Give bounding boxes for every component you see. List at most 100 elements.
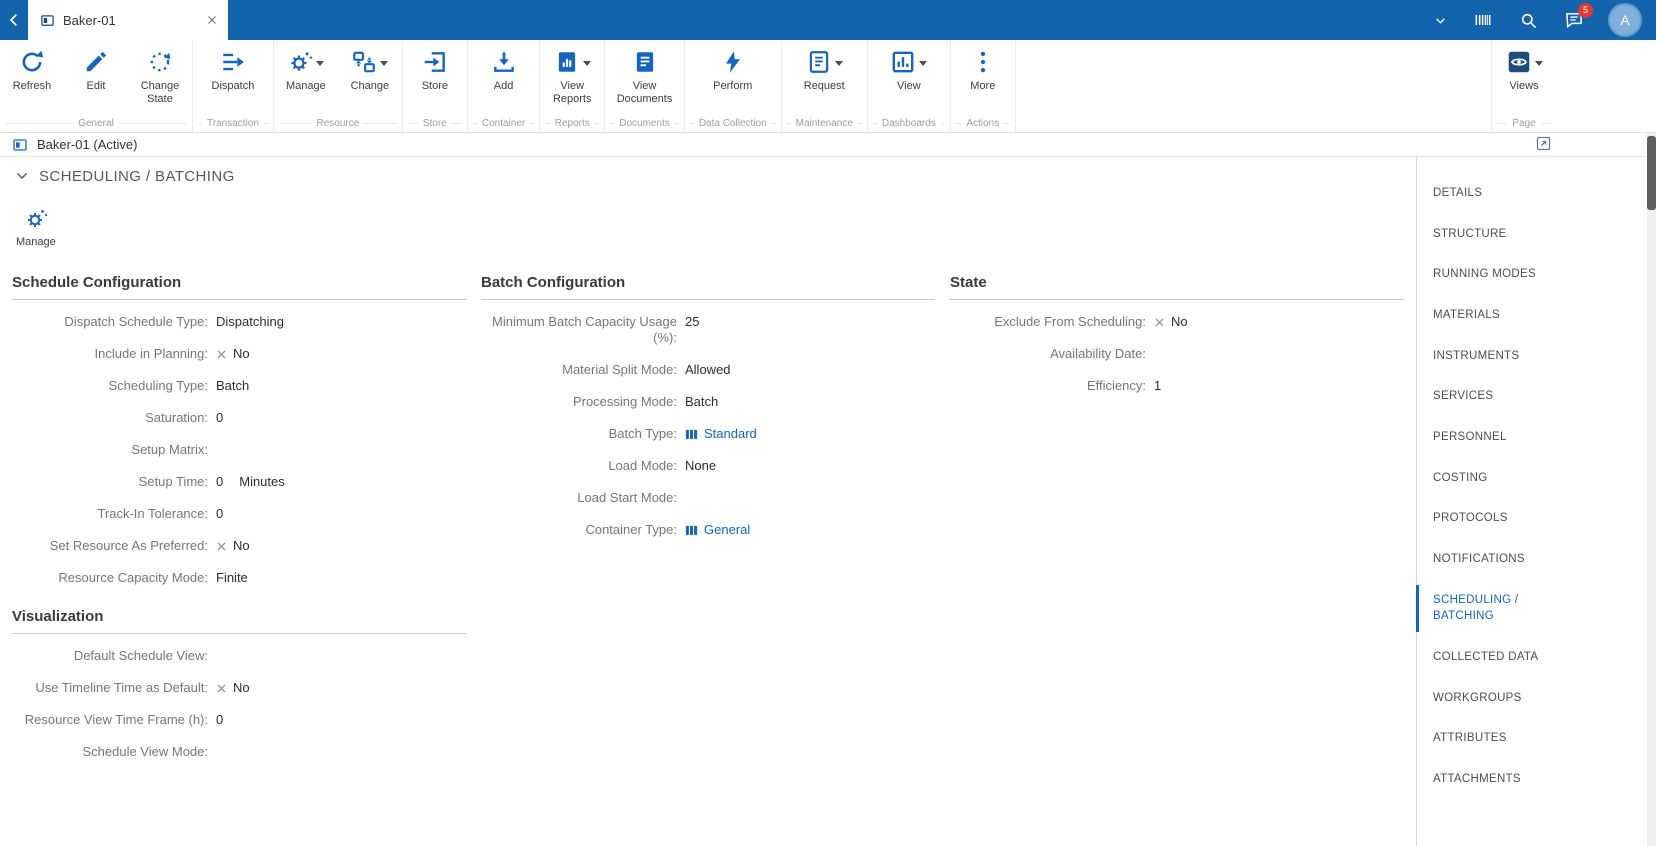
field-value: 25 — [685, 314, 700, 329]
view-reports-button[interactable]: View Reports — [540, 40, 604, 115]
chat-icon[interactable]: 5 — [1564, 3, 1593, 30]
toolbar-group-label: Actions — [951, 115, 1015, 132]
refresh-label: Refresh — [12, 80, 52, 92]
field-value: No — [216, 346, 466, 362]
change-state-label: Change State — [140, 80, 180, 105]
field-value — [216, 648, 466, 664]
tab-baker-01[interactable]: Baker-01 — [28, 0, 228, 40]
section-title: SCHEDULING / BATCHING — [39, 167, 235, 185]
panel-visualization: Visualization Default Schedule View: Use… — [12, 608, 466, 768]
toolbar-group-resource: Manage Change Resource — [274, 40, 403, 132]
add-download-icon — [491, 49, 517, 75]
section-scheduling-batching-header[interactable]: SCHEDULING / BATCHING — [0, 163, 1416, 189]
change-resource-button[interactable]: Change — [338, 40, 402, 115]
sidebar-item-workgroups[interactable]: WORKGROUPS — [1417, 678, 1567, 719]
container-type-link[interactable]: General — [685, 522, 750, 538]
scrollbar-thumb[interactable] — [1647, 136, 1656, 210]
change-state-button[interactable]: Change State — [128, 40, 192, 115]
field-value: Batch — [216, 378, 250, 393]
edit-button[interactable]: Edit — [64, 40, 128, 115]
field-default-schedule-view: Default Schedule View: — [12, 640, 466, 672]
sidebar-item-structure[interactable]: STRUCTURE — [1417, 214, 1567, 255]
dropdown-caret-icon — [316, 60, 325, 66]
pencil-icon — [83, 49, 109, 75]
x-icon — [216, 349, 227, 360]
toolbar-group-label: Store — [403, 115, 467, 132]
dropdown-caret-icon — [380, 60, 389, 66]
more-button[interactable]: More — [951, 40, 1015, 115]
field-saturation: Saturation: 0 — [12, 402, 466, 434]
entity-bar: Baker-01 (Active) — [0, 133, 1656, 157]
toolbar-group-label: Documents — [605, 115, 684, 132]
sidebar-item-notifications[interactable]: NOTIFICATIONS — [1417, 539, 1567, 580]
refresh-button[interactable]: Refresh — [0, 40, 64, 115]
field-label: Scheduling Type: — [108, 378, 209, 393]
field-label: Resource View Time Frame (h): — [24, 712, 208, 727]
field-minimum-batch-capacity-usage: Minimum Batch Capacity Usage (%): 25 — [481, 306, 935, 354]
toolbar-group-label: Reports — [540, 115, 604, 132]
sidebar-item-protocols[interactable]: PROTOCOLS — [1417, 498, 1567, 539]
views-button[interactable]: Views — [1492, 40, 1556, 115]
sidebar-item-costing[interactable]: COSTING — [1417, 458, 1567, 499]
field-value-text: No — [1171, 314, 1188, 329]
field-label: Minimum Batch Capacity Usage (%): — [492, 314, 677, 345]
scrollbar[interactable] — [1647, 133, 1656, 846]
sidebar-item-materials[interactable]: MATERIALS — [1417, 295, 1567, 336]
expand-icon[interactable] — [1535, 135, 1552, 152]
sidebar-item-personnel[interactable]: PERSONNEL — [1417, 417, 1567, 458]
action-toolbar: Refresh Edit Change State General Dispat… — [0, 40, 1656, 133]
dropdown-caret-icon — [1534, 60, 1543, 66]
panel-title: State — [950, 274, 1404, 300]
manage-resource-button[interactable]: Manage — [274, 40, 338, 115]
field-track-in-tolerance: Track-In Tolerance: 0 — [12, 498, 466, 530]
field-value — [216, 442, 466, 458]
view-documents-label: View Documents — [616, 80, 673, 105]
batch-type-link[interactable]: Standard — [685, 426, 757, 442]
add-container-button[interactable]: Add — [472, 40, 536, 115]
sidebar-item-scheduling-batching[interactable]: SCHEDULING / BATCHING — [1416, 580, 1567, 637]
right-nav: DETAILS STRUCTURE RUNNING MODES MATERIAL… — [1416, 157, 1647, 846]
store-label: Store — [421, 80, 449, 92]
toolbar-group-actions: More Actions — [951, 40, 1016, 132]
view-label: View — [897, 80, 921, 92]
perform-button[interactable]: Perform — [701, 40, 765, 115]
field-set-resource-as-preferred: Set Resource As Preferred: No — [12, 530, 466, 562]
sidebar-item-details[interactable]: DETAILS — [1417, 173, 1567, 214]
sidebar-item-attributes[interactable]: ATTRIBUTES — [1417, 718, 1567, 759]
sidebar-item-services[interactable]: SERVICES — [1417, 376, 1567, 417]
sidebar-item-attachments[interactable]: ATTACHMENTS — [1417, 759, 1567, 800]
gear-icon — [24, 207, 48, 231]
field-exclude-from-scheduling: Exclude From Scheduling: No — [950, 306, 1404, 338]
field-label: Load Start Mode: — [577, 490, 677, 505]
store-button[interactable]: Store — [403, 40, 467, 115]
toolbar-group-label: Container — [468, 115, 539, 132]
field-value — [216, 744, 466, 760]
dispatch-button[interactable]: Dispatch — [201, 40, 265, 115]
search-icon[interactable] — [1519, 11, 1538, 30]
field-label: Container Type: — [585, 522, 677, 537]
sidebar-item-running-modes[interactable]: RUNNING MODES — [1417, 254, 1567, 295]
field-batch-type: Batch Type: Standard — [481, 418, 935, 450]
manage-button[interactable]: Manage — [16, 207, 56, 248]
view-dashboards-button[interactable]: View — [877, 40, 941, 115]
panels-grid: Schedule Configuration Dispatch Schedule… — [0, 274, 1416, 594]
request-button[interactable]: Request — [792, 40, 856, 115]
view-documents-button[interactable]: View Documents — [613, 40, 677, 115]
field-label: Resource Capacity Mode: — [58, 570, 208, 585]
field-load-mode: Load Mode: None — [481, 450, 935, 482]
toolbar-group-label: Dashboards — [868, 115, 950, 132]
lightning-icon — [720, 49, 746, 75]
chevron-down-icon[interactable] — [1434, 14, 1447, 27]
x-icon — [216, 683, 227, 694]
avatar[interactable]: A — [1610, 5, 1640, 35]
sidebar-item-collected-data[interactable]: COLLECTED DATA — [1417, 637, 1567, 678]
field-label: Efficiency: — [1086, 378, 1146, 393]
field-efficiency: Efficiency: 1 — [950, 370, 1404, 402]
sidebar-item-instruments[interactable]: INSTRUMENTS — [1417, 336, 1567, 377]
field-value: 0 — [216, 506, 224, 521]
field-value: No — [216, 680, 466, 696]
close-icon[interactable] — [206, 14, 218, 26]
scan-icon[interactable] — [1473, 10, 1493, 30]
chevron-down-icon — [14, 168, 30, 184]
back-chevron-icon[interactable] — [0, 11, 28, 29]
